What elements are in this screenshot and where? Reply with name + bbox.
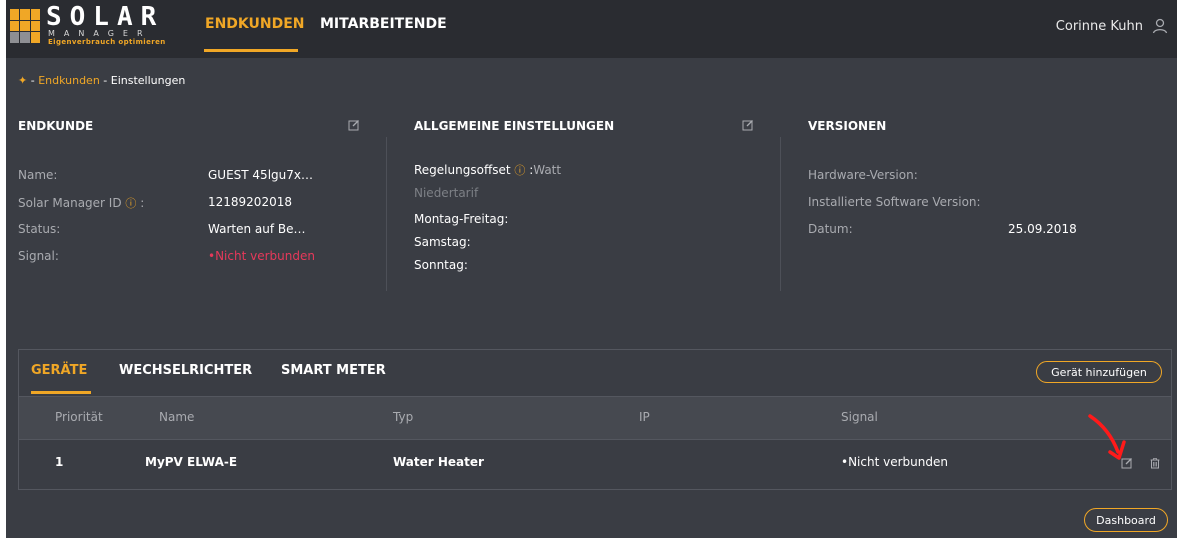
tab-smart-meter[interactable]: SMART METER [281,363,386,378]
trash-icon[interactable] [1149,457,1161,469]
endkunde-name-label: Name: [18,168,58,182]
niedertarif-label: Niedertarif [414,186,479,200]
breadcrumb: ✦ - Endkunden - Einstellungen [18,74,185,87]
panel-divider [386,137,387,291]
column-header[interactable]: Name [159,410,194,424]
versionen-title: VERSIONEN [808,119,887,133]
breadcrumb-current: Einstellungen [110,74,186,87]
user-icon[interactable] [1151,17,1169,35]
solar-manager-logo[interactable]: SOLAR MANAGER Eigenverbrauch optimieren [6,2,196,46]
sonntag-label: Sonntag: [414,258,468,272]
tab-geraete[interactable]: GERÄTE [31,363,87,378]
column-header[interactable]: IP [639,410,650,424]
column-header[interactable]: Priorität [55,410,103,424]
tab-wechselrichter[interactable]: WECHSELRICHTER [119,363,252,378]
column-header[interactable]: Signal [841,410,878,424]
device-name: MyPV ELWA-E [145,455,238,469]
nav-mitarbeitende[interactable]: MITARBEITENDE [320,16,447,32]
add-device-button[interactable]: Gerät hinzufügen [1036,361,1162,383]
logo-tagline: Eigenverbrauch optimieren [48,38,166,46]
datum-value: 25.09.2018 [1008,222,1077,236]
nav-endkunden[interactable]: ENDKUNDEN [205,16,305,32]
logo-title: SOLAR [46,2,165,32]
endkunde-name-value: GUEST 45lgu7x… [208,168,313,182]
red-arrow-annotation-icon [1088,414,1126,460]
breadcrumb-separator: - [27,74,39,87]
user-name[interactable]: Corinne Kuhn [1056,19,1143,34]
regelungsoffset-label: Regelungsoffset ⓘ :Watt [414,163,562,177]
hardware-version-label: Hardware-Version: [808,168,918,182]
devices-table-header: Priorität Name Typ IP Signal [19,396,1171,439]
info-icon[interactable]: ⓘ [514,164,525,177]
montag-freitag-label: Montag-Freitag: [414,212,509,226]
signal-value: •Nicht verbunden [208,249,315,263]
devices-card: GERÄTE WECHSELRICHTER SMART METER Gerät … [18,349,1172,490]
endkunde-title: ENDKUNDE [18,119,94,133]
solar-manager-id-label: Solar Manager ID ⓘ : [18,196,145,210]
logo-grid-icon [10,9,40,43]
home-icon[interactable]: ✦ [18,74,27,87]
app-window: SOLAR MANAGER Eigenverbrauch optimieren … [6,0,1177,538]
samstag-label: Samstag: [414,235,471,249]
table-row[interactable]: 1 MyPV ELWA-E Water Heater •Nicht verbun… [19,439,1171,486]
status-label: Status: [18,222,61,236]
allgemein-edit-icon[interactable] [742,119,754,131]
nav-active-indicator [204,49,298,52]
regelungsoffset-unit: Watt [533,163,562,177]
logo-subtitle: MANAGER [48,29,152,38]
breadcrumb-link-endkunden[interactable]: Endkunden [38,74,100,87]
info-icon[interactable]: ⓘ [125,197,136,210]
device-priority: 1 [55,455,64,469]
solar-manager-id-value: 12189202018 [208,195,292,209]
device-type: Water Heater [393,455,484,469]
status-value: Warten auf Be… [208,222,306,236]
column-header[interactable]: Typ [393,410,413,424]
signal-label: Signal: [18,249,59,263]
tab-active-indicator [31,391,91,394]
top-header: SOLAR MANAGER Eigenverbrauch optimieren … [6,0,1177,58]
panel-divider [780,137,781,291]
dashboard-button[interactable]: Dashboard [1084,508,1168,532]
device-signal: •Nicht verbunden [841,455,948,469]
endkunde-edit-icon[interactable] [348,119,360,131]
software-version-label: Installierte Software Version: [808,195,981,209]
breadcrumb-separator: - [99,74,111,87]
allgemein-title: ALLGEMEINE EINSTELLUNGEN [414,119,615,133]
datum-label: Datum: [808,222,853,236]
